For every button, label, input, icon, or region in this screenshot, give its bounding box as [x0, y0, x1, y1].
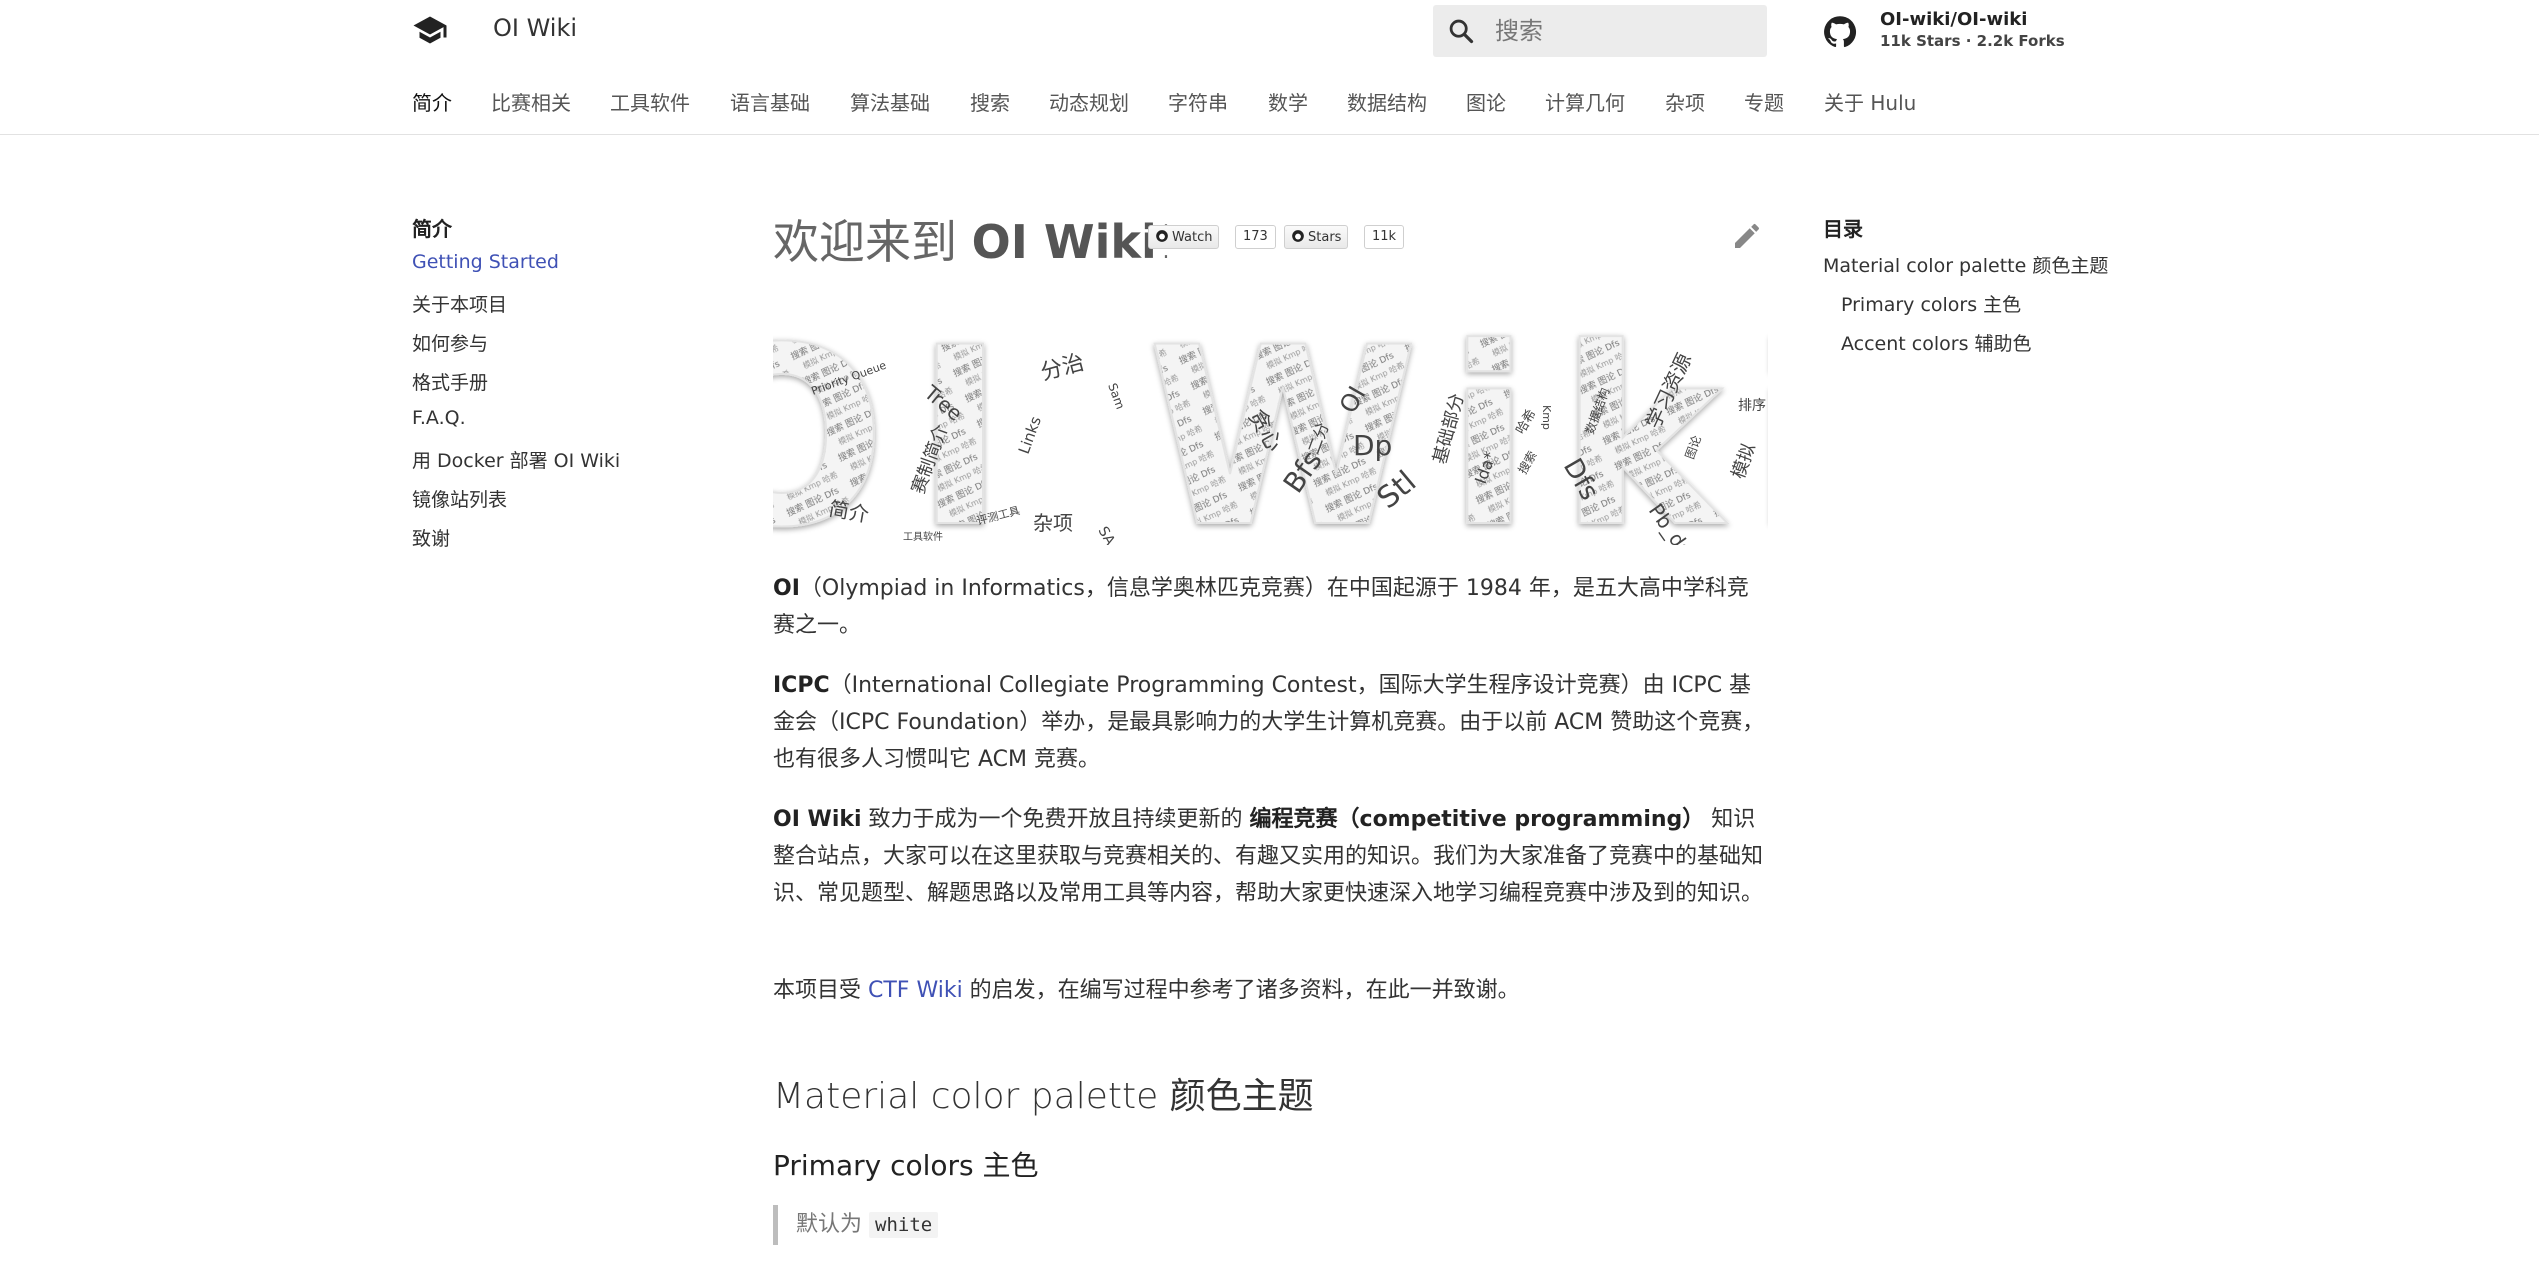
tab-intro[interactable]: 简介 [412, 87, 452, 116]
site-title[interactable]: OI Wiki [493, 14, 577, 42]
github-watch-button[interactable]: Watch [1148, 225, 1220, 249]
repo-name: OI-wiki/OI-wiki [1880, 9, 2028, 30]
watch-count[interactable]: 173 [1235, 225, 1276, 249]
banner-word: 工具软件 [903, 530, 943, 543]
github-stars-button[interactable]: Stars [1284, 225, 1349, 249]
edit-pencil-icon[interactable] [1731, 220, 1763, 252]
tab-basic[interactable]: 算法基础 [850, 87, 930, 116]
tab-tools[interactable]: 工具软件 [610, 87, 690, 116]
sidebar-item-faq[interactable]: F.A.Q. [412, 407, 466, 429]
sidebar-item-thanks[interactable]: 致谢 [412, 524, 450, 551]
search-input[interactable] [1493, 13, 1757, 49]
tab-misc[interactable]: 杂项 [1665, 87, 1705, 116]
stars-count[interactable]: 11k [1364, 225, 1405, 249]
tab-hulu[interactable]: 关于 Hulu [1824, 87, 1916, 116]
github-icon [1156, 230, 1168, 242]
default-note-quote: 默认为 white [773, 1205, 1768, 1245]
heading-color-palette: Material color palette 颜色主题 [773, 1076, 1314, 1117]
tab-topic[interactable]: 专题 [1744, 87, 1784, 116]
tab-math[interactable]: 数学 [1268, 87, 1308, 116]
tab-search[interactable]: 搜索 [970, 87, 1010, 116]
tab-ds[interactable]: 数据结构 [1347, 87, 1427, 116]
tab-string[interactable]: 字符串 [1168, 87, 1228, 116]
sidebar-item-mirrors[interactable]: 镜像站列表 [412, 485, 507, 512]
tab-contest[interactable]: 比赛相关 [491, 87, 571, 116]
github-icon [1292, 230, 1304, 242]
toc-item-accent-colors[interactable]: Accent colors 辅助色 [1841, 329, 2032, 356]
site-header: OI Wiki OI-wiki/OI-wiki 11k Stars · 2.2k… [0, 0, 2539, 60]
repo-link[interactable]: OI-wiki/OI-wiki 11k Stars · 2.2k Forks [1822, 8, 2065, 54]
ctf-wiki-link[interactable]: CTF Wiki [868, 978, 963, 1003]
search-icon[interactable] [1447, 17, 1475, 45]
banner-word: Dp [1353, 429, 1392, 462]
tab-geometry[interactable]: 计算几何 [1545, 87, 1625, 116]
tab-graph[interactable]: 图论 [1466, 87, 1506, 116]
heading-primary-colors: Primary colors 主色 [773, 1149, 1039, 1182]
sidebar-title: 简介 [412, 217, 452, 241]
sidebar-item-about[interactable]: 关于本项目 [412, 290, 507, 317]
sidebar-item-getting-started[interactable]: Getting Started [412, 251, 559, 273]
sidebar-item-format[interactable]: 格式手册 [412, 368, 488, 395]
tab-dp[interactable]: 动态规划 [1049, 87, 1129, 116]
top-tabs: 简介 比赛相关 工具软件 语言基础 算法基础 搜索 动态规划 字符串 数学 数据… [0, 60, 2539, 135]
tab-language[interactable]: 语言基础 [730, 87, 810, 116]
graduation-cap-icon[interactable] [412, 12, 448, 48]
toc-title: 目录 [1823, 217, 1863, 241]
sidebar-item-docker[interactable]: 用 Docker 部署 OI Wiki [412, 446, 620, 473]
banner-word: Kmp [1540, 405, 1553, 430]
paragraph-ctf: 本项目受 CTF Wiki 的启发，在编写过程中参考了诸多资料，在此一并致谢。 [773, 978, 1520, 1003]
search-box[interactable] [1433, 5, 1767, 57]
default-value-code: white [869, 1212, 939, 1238]
github-cat-icon [1824, 16, 1857, 48]
oi-wiki-wordcloud-banner: 搜索 图论 Dfs 模拟 Kmp 哈希 OI Wiki Priority Que… [773, 325, 1768, 545]
banner-word: 排序 [1738, 398, 1766, 414]
banner-word: 杂项 [1033, 511, 1073, 535]
paragraph-oi-wiki: OI Wiki 致力于成为一个免费开放且持续更新的 编程竞赛（competiti… [773, 807, 1764, 906]
toc-item-color-palette[interactable]: Material color palette 颜色主题 [1823, 251, 2108, 278]
paragraph-icpc: ICPC（International Collegiate Programmin… [773, 673, 1765, 772]
paragraph-oi: OI（Olympiad in Informatics，信息学奥林匹克竞赛）在中国… [773, 576, 1749, 638]
page-title: 欢迎来到 OI Wiki! [773, 215, 1175, 269]
toc-item-primary-colors[interactable]: Primary colors 主色 [1841, 290, 2021, 317]
sidebar-item-contribute[interactable]: 如何参与 [412, 329, 488, 356]
repo-facts: 11k Stars · 2.2k Forks [1880, 32, 2065, 50]
